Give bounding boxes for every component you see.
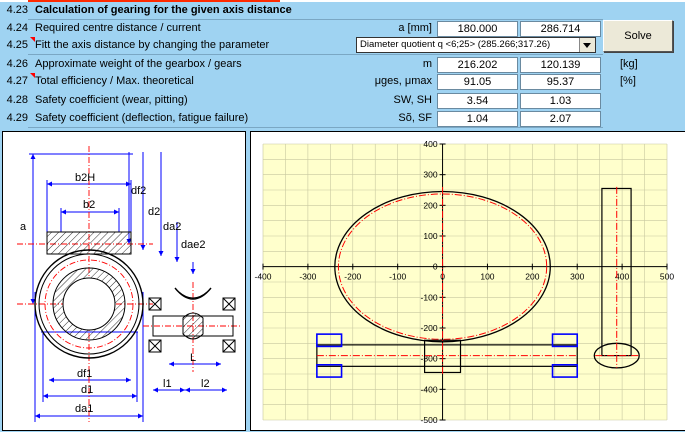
y-tick-label: 0 — [433, 262, 438, 272]
y-tick-label: 300 — [423, 170, 437, 180]
row-unit-2: [kg] — [620, 58, 638, 70]
grid-line — [28, 127, 603, 128]
row-unit: Sõ, SF — [398, 112, 432, 124]
total-efficiency-value: 91.05 — [437, 74, 518, 90]
safety-deflection-value: 1.04 — [437, 111, 518, 127]
section-title: Calculation of gearing for the given axi… — [35, 4, 292, 16]
parameter-select[interactable]: Diameter quotient q <6;25> (285.266;317.… — [356, 37, 596, 53]
label-d2: d2 — [148, 206, 160, 218]
row-safety-wear: 4.28 Safety coefficient (wear, pitting) … — [0, 92, 601, 109]
label-b2H: b2H — [75, 172, 95, 184]
chevron-down-icon[interactable] — [579, 38, 595, 52]
label-da2: da2 — [163, 221, 181, 233]
safety-fatigue-value: 2.07 — [520, 111, 601, 127]
x-tick-label: 100 — [480, 272, 494, 282]
row-safety-deflection: 4.29 Safety coefficient (deflection, fat… — [0, 110, 601, 127]
worm-gear-schematic: b2H b2 df2 d2 da2 dae2 a L df1 d1 da1 l1… — [17, 146, 241, 422]
x-tick-label: 200 — [525, 272, 539, 282]
label-l2: l2 — [201, 378, 210, 390]
geometry-chart-panel: -400-300-200-100010020030040050040030020… — [250, 131, 685, 431]
row-unit: SW, SH — [393, 94, 432, 106]
label-da1: da1 — [75, 403, 93, 415]
y-tick-label: -500 — [421, 415, 438, 425]
row-centre-distance: 4.24 Required centre distance / current … — [0, 20, 601, 37]
row-label: Required centre distance / current — [35, 22, 201, 34]
x-tick-label: -100 — [389, 272, 406, 282]
row-number: 4.26 — [6, 58, 28, 70]
safety-wear-value: 3.54 — [437, 93, 518, 109]
y-tick-label: 100 — [423, 231, 437, 241]
label-l1: l1 — [163, 378, 172, 390]
x-tick-label: -400 — [254, 272, 271, 282]
x-tick-label: 500 — [660, 272, 674, 282]
label-a: a — [20, 221, 27, 233]
row-weight: 4.26 Approximate weight of the gearbox /… — [0, 56, 638, 73]
y-tick-label: 200 — [423, 200, 437, 210]
label-dae2: dae2 — [181, 239, 205, 251]
solve-button[interactable]: Solve — [603, 20, 673, 52]
row-efficiency: 4.27 Total efficiency / Max. theoretical… — [0, 73, 636, 90]
label-L: L — [190, 352, 196, 364]
row-number: 4.25 — [6, 39, 28, 51]
row-label: Safety coefficient (wear, pitting) — [35, 94, 188, 106]
label-df2: df2 — [131, 185, 146, 197]
gearbox-weight-value: 216.202 — [437, 57, 518, 73]
row-unit: μges, μmax — [374, 75, 432, 87]
max-efficiency-value: 95.37 — [520, 74, 601, 90]
y-tick-label: -400 — [421, 384, 438, 394]
row-label: Fitt the axis distance by changing the p… — [35, 39, 270, 51]
y-tick-label: -100 — [421, 292, 438, 302]
current-centre-distance-value: 286.714 — [520, 21, 601, 37]
x-tick-label: -200 — [344, 272, 361, 282]
row-number: 4.27 — [6, 75, 28, 87]
row-label: Total efficiency / Max. theoretical — [35, 75, 194, 87]
label-d1: d1 — [81, 384, 93, 396]
row-number: 4.23 — [6, 4, 28, 16]
y-tick-label: -200 — [421, 323, 438, 333]
title-row: 4.23 Calculation of gearing for the give… — [0, 2, 600, 19]
row-number: 4.28 — [6, 94, 28, 106]
label-b2: b2 — [83, 199, 95, 211]
worm-gear-schematic-panel: b2H b2 df2 d2 da2 dae2 a L df1 d1 da1 l1… — [2, 131, 246, 431]
row-label: Safety coefficient (deflection, fatigue … — [35, 112, 249, 124]
row-unit-2: [%] — [620, 75, 636, 87]
parameter-select-value: Diameter quotient q <6;25> (285.266;317.… — [360, 39, 551, 50]
row-unit: m — [422, 58, 432, 70]
gears-weight-value: 120.139 — [520, 57, 601, 73]
label-df1: df1 — [77, 368, 92, 380]
x-tick-label: -300 — [299, 272, 316, 282]
grid-line — [28, 54, 603, 55]
y-tick-label: 400 — [423, 139, 437, 149]
row-unit: a [mm] — [398, 22, 432, 34]
x-tick-label: 300 — [570, 272, 584, 282]
spreadsheet-area: 4.23 Calculation of gearing for the give… — [0, 0, 685, 432]
geometry-chart: -400-300-200-100010020030040050040030020… — [254, 139, 674, 425]
row-label: Approximate weight of the gearbox / gear… — [35, 58, 242, 70]
row-number: 4.29 — [6, 112, 28, 124]
row-number: 4.24 — [6, 22, 28, 34]
safety-pitting-value: 1.03 — [520, 93, 601, 109]
required-centre-distance-input[interactable]: 180.000 — [437, 21, 518, 37]
